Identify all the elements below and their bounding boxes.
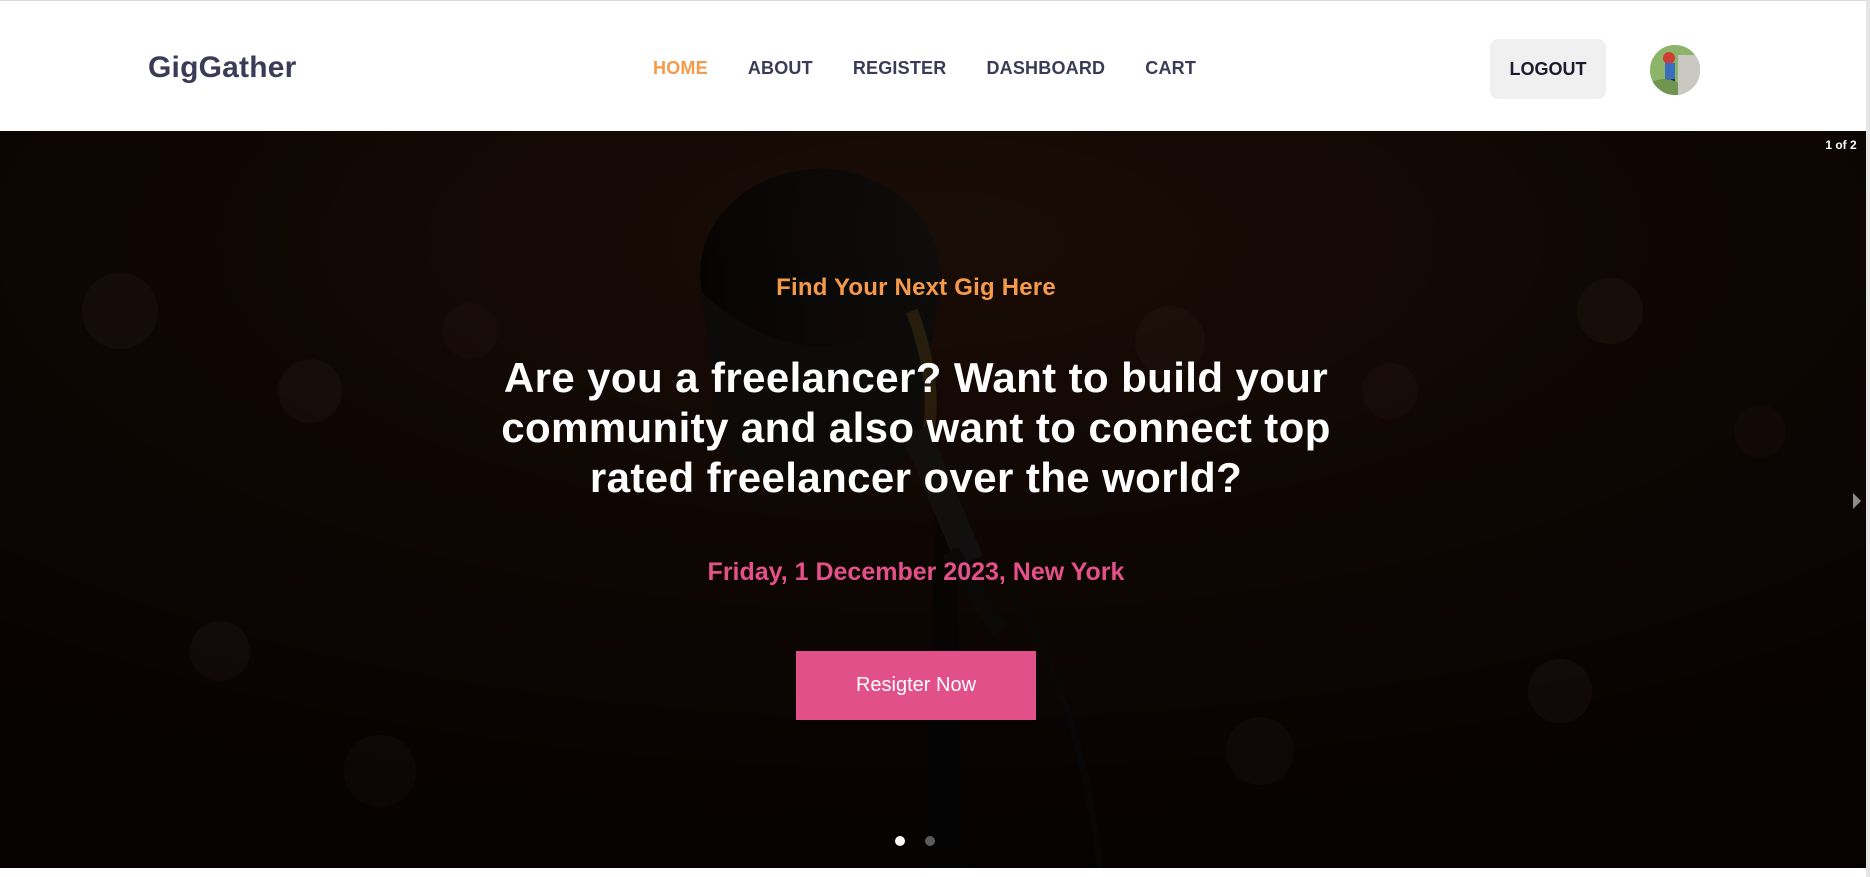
register-now-button[interactable]: Resigter Now [796, 651, 1036, 720]
browser-viewport: GigGather HOME ABOUT REGISTER DASHBOARD … [0, 0, 1870, 877]
nav-cart[interactable]: CART [1145, 58, 1196, 79]
nav-home[interactable]: HOME [653, 58, 708, 79]
nav-about[interactable]: ABOUT [748, 58, 813, 79]
event-date-location: Friday, 1 December 2023, New York [707, 558, 1125, 586]
hero-headline: Are you a freelancer? Want to build your… [501, 354, 1331, 501]
next-slide-arrow-icon[interactable] [1850, 488, 1864, 514]
nav-dashboard[interactable]: DASHBOARD [986, 58, 1105, 79]
main-navigation: HOME ABOUT REGISTER DASHBOARD CART [653, 58, 1236, 79]
carousel-pagination [895, 836, 935, 846]
brand-logo[interactable]: GigGather [148, 51, 297, 85]
landing-page: GigGather HOME ABOUT REGISTER DASHBOARD … [0, 0, 1868, 877]
user-avatar[interactable] [1650, 45, 1700, 95]
slide-counter: 1 of 2 [1825, 138, 1857, 152]
avatar-image-icon [1650, 45, 1700, 95]
hero-content: Find Your Next Gig Here Are you a freela… [460, 131, 1372, 868]
nav-register[interactable]: REGISTER [853, 58, 947, 79]
page-scrollbar[interactable] [1866, 0, 1870, 877]
hero-carousel: 1 of 2 Find Your Next Gig Here Are you a… [0, 131, 1866, 868]
hero-eyebrow: Find Your Next Gig Here [776, 274, 1056, 301]
site-header: GigGather HOME ABOUT REGISTER DASHBOARD … [0, 5, 1866, 131]
carousel-dot-1[interactable] [895, 836, 905, 846]
carousel-dot-2[interactable] [925, 836, 935, 846]
logout-button[interactable]: LOGOUT [1490, 39, 1606, 99]
